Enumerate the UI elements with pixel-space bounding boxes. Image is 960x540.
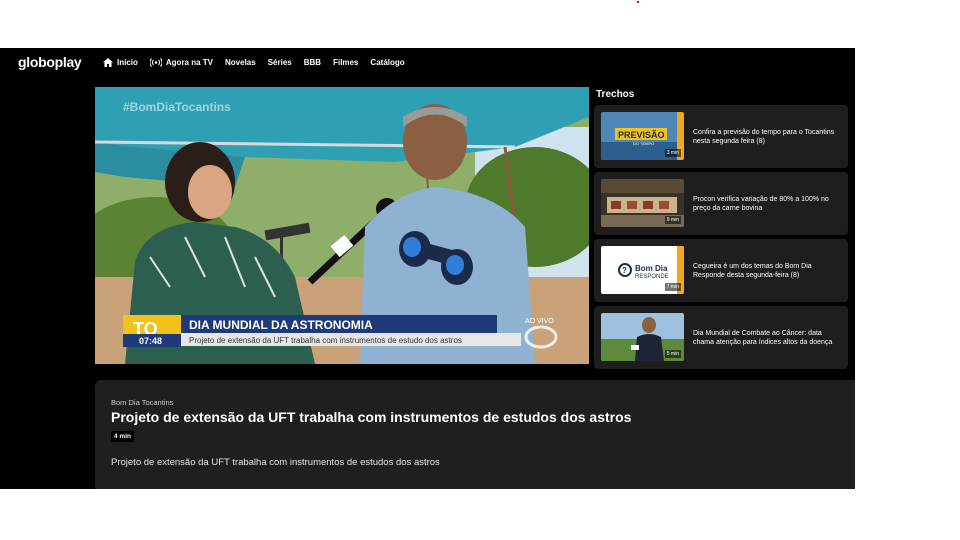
video-description: Projeto de extensão da UFT trabalha com … [111, 457, 440, 468]
clip-thumbnail: ? Bom Dia RESPONDE 7 min [601, 246, 684, 294]
video-player[interactable]: #BomDiaTocantins TO 07:48 DIA MUNDIAL DA… [95, 87, 589, 364]
nav-item-label: Agora na TV [165, 58, 214, 67]
clock-overlay: 07:48 [139, 336, 162, 346]
nav-item-catalogo[interactable]: Catálogo [370, 58, 404, 67]
nav-item-agora-na-tv[interactable]: Agora na TV [149, 58, 214, 67]
clip-title: Confira a previsão do tempo para o Tocan… [693, 128, 835, 145]
thumb-subtext: DO TEMPO [633, 141, 654, 146]
nav-item-filmes[interactable]: Filmes [333, 58, 358, 67]
nav-item-bbb[interactable]: BBB [304, 58, 321, 67]
live-label: AO VIVO [525, 318, 554, 325]
thumb-text: Bom Dia [635, 264, 668, 273]
clip-card[interactable]: 5 min Dia Mundial de Combate ao Câncer: … [594, 306, 848, 369]
subheadline-overlay: Projeto de extensão da UFT trabalha com … [189, 336, 462, 345]
nav-item-novelas[interactable]: Novelas [225, 58, 256, 67]
stray-pixel [637, 1, 639, 3]
clip-thumbnail: 5 min [601, 313, 684, 361]
clip-thumbnail: PREVISÃO DO TEMPO 3 min [601, 112, 684, 160]
headline-overlay: DIA MUNDIAL DA ASTRONOMIA [189, 318, 373, 332]
clip-duration: 5 min [664, 350, 681, 358]
trechos-heading: Trechos [596, 89, 635, 100]
clip-title: Procon verifica variação de 80% a 100% n… [693, 195, 829, 212]
program-name[interactable]: Bom Dia Tocantins [111, 398, 173, 407]
nav-menu: Início Agora na TV Novelas Séries BBB Fi… [103, 58, 405, 67]
thumb-text: PREVISÃO [618, 130, 665, 140]
clip-card[interactable]: PREVISÃO DO TEMPO 3 min Confira a previs… [594, 105, 848, 168]
video-title: Projeto de extensão da UFT trabalha com … [111, 409, 632, 425]
app-frame: globoplay Início Agora na TV Novelas Sér… [0, 48, 855, 489]
live-broadcast-icon [149, 58, 162, 67]
clip-title: Cegueira é um dos temas do Bom Dia Respo… [693, 262, 812, 279]
clip-card[interactable]: ? Bom Dia RESPONDE 7 min Cegueira é um d… [594, 239, 848, 302]
duration-badge: 4 min [111, 431, 134, 442]
thumb-subtext: RESPONDE [635, 274, 669, 280]
clip-list: PREVISÃO DO TEMPO 3 min Confira a previs… [594, 105, 848, 373]
hashtag-overlay: #BomDiaTocantins [123, 100, 231, 114]
video-frame: #BomDiaTocantins TO 07:48 DIA MUNDIAL DA… [95, 87, 589, 364]
globoplay-logo[interactable]: globoplay [18, 54, 82, 70]
top-nav: globoplay Início Agora na TV Novelas Sér… [0, 48, 855, 78]
clip-duration: 9 min [664, 216, 681, 224]
question-mark-icon: ? [622, 266, 627, 275]
clip-thumbnail: 9 min [601, 179, 684, 227]
nav-item-series[interactable]: Séries [268, 58, 292, 67]
clip-duration: 3 min [664, 149, 681, 157]
clip-title: Dia Mundial de Combate ao Câncer: data c… [693, 329, 833, 346]
nav-item-label: Início [117, 58, 138, 67]
clip-duration: 7 min [664, 283, 681, 291]
clip-card[interactable]: 9 min Procon verifica variação de 80% a … [594, 172, 848, 235]
nav-item-inicio[interactable]: Início [103, 58, 138, 67]
home-icon [103, 58, 113, 67]
video-info-panel: Bom Dia Tocantins Projeto de extensão da… [95, 380, 855, 489]
